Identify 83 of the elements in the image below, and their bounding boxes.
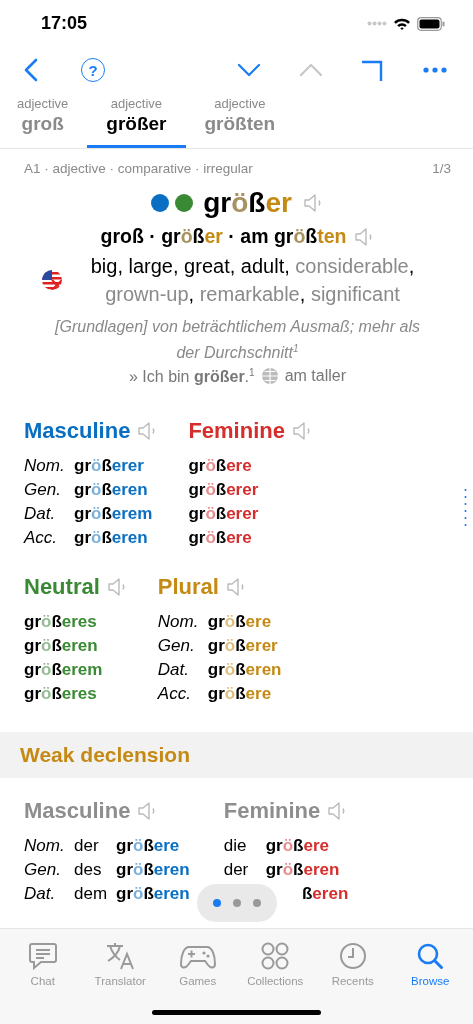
case-label: Acc. xyxy=(24,527,59,549)
declined-form: größeren xyxy=(74,527,149,549)
declined-form: größere xyxy=(207,611,273,633)
declined-form: größerer xyxy=(74,455,145,477)
article-text: dem xyxy=(74,883,109,905)
tab-bar-item[interactable]: Browse xyxy=(391,933,469,987)
declined-form: größeren xyxy=(265,859,341,881)
translation-text: big, large, great, adult, considerable, grown-up, remarkable, significant xyxy=(89,254,416,308)
gender-heading: Feminine xyxy=(188,418,285,444)
gender-heading: Masculine xyxy=(24,418,131,444)
declined-form: ßeren xyxy=(301,883,349,905)
gender-heading: Plural xyxy=(157,574,219,600)
chevron-down-icon xyxy=(237,63,261,77)
help-button[interactable]: ? xyxy=(73,50,113,90)
declined-form: größeren xyxy=(116,883,190,905)
comparison-forms: groß · größer · am größten xyxy=(100,225,347,249)
page-dot[interactable] xyxy=(253,899,261,907)
tab-bar-item[interactable]: Chat xyxy=(4,933,82,987)
wifi-icon xyxy=(393,16,411,31)
back-icon xyxy=(24,58,38,82)
battery-icon xyxy=(417,16,445,31)
declined-form: größerer xyxy=(188,503,260,525)
gender-heading: Neutral xyxy=(24,574,100,600)
scroll-indicator-icon xyxy=(464,489,467,527)
article-text: die xyxy=(223,835,248,857)
chevron-up-icon xyxy=(299,63,323,77)
declined-form: größerem xyxy=(74,503,154,525)
declined-form: größeren xyxy=(116,859,190,881)
page-dot[interactable] xyxy=(213,899,221,907)
declined-form: größerer xyxy=(207,635,279,657)
word-tab[interactable]: adjective groß xyxy=(0,92,88,149)
status-time: 17:05 xyxy=(41,13,89,35)
article-text: des xyxy=(74,859,103,881)
definition-text: [Grundlagen] von beträchtlichem Ausmaß; mehr als der Durchschnitt$^{1}$ xyxy=(53,317,421,364)
declined-form: größeren xyxy=(74,479,149,501)
example-translation: am taller xyxy=(284,367,346,386)
tab-bar-item[interactable]: Collections xyxy=(236,933,314,987)
declined-form: größere xyxy=(207,683,273,705)
word-tab[interactable]: adjective größer xyxy=(87,92,186,149)
gender-heading: Masculine xyxy=(24,798,131,824)
declined-form: größere xyxy=(116,835,181,857)
word-tab[interactable]: adjective größten xyxy=(185,92,295,149)
more-icon xyxy=(423,67,447,73)
case-label: Dat. xyxy=(24,883,57,905)
translate-icon xyxy=(105,942,136,970)
headword: größer xyxy=(203,187,292,220)
flag-icon xyxy=(41,270,62,291)
case-label: Acc. xyxy=(157,683,192,705)
case-label: Gen. xyxy=(24,479,62,501)
clock-icon xyxy=(338,942,367,970)
declined-form: größerer xyxy=(188,479,260,501)
case-label: Gen. xyxy=(24,859,62,881)
tab-bar-item[interactable]: Recents xyxy=(314,933,392,987)
declined-form: größerem xyxy=(24,659,104,681)
signal-icon xyxy=(367,21,387,27)
gamepad-icon xyxy=(178,944,217,970)
four-circles-icon xyxy=(261,942,290,970)
search-icon xyxy=(416,942,445,970)
section-title: Weak declension xyxy=(20,743,190,767)
declined-form: größeres xyxy=(24,611,98,633)
case-label: Nom. xyxy=(24,455,66,477)
declined-form: größeren xyxy=(207,659,282,681)
article-text: der xyxy=(74,835,100,857)
case-label: Gen. xyxy=(157,635,196,657)
case-label: Nom. xyxy=(24,835,66,857)
case-label: Dat. xyxy=(157,659,190,681)
declined-form: größere xyxy=(188,527,253,549)
example-sentence: » Ich bin größer.$^{1}$ xyxy=(129,366,255,386)
article-text: der xyxy=(223,859,250,881)
globe-icon xyxy=(260,367,279,386)
page-dot[interactable] xyxy=(233,899,241,907)
declined-form: größere xyxy=(265,835,330,857)
entry-meta: A1 · adjective · comparative · irregular xyxy=(24,161,253,177)
declined-form: größeren xyxy=(24,635,99,657)
tab-bar-item[interactable]: Translator xyxy=(81,933,159,987)
gender-heading: Feminine xyxy=(223,798,321,824)
case-label: Nom. xyxy=(157,611,200,633)
declined-form: größeres xyxy=(24,683,98,705)
entry-position: 1/3 xyxy=(432,161,451,177)
declined-form: größere xyxy=(188,455,253,477)
chat-bubble-icon xyxy=(27,942,58,970)
case-label: Dat. xyxy=(24,503,57,525)
tab-bar-item[interactable]: Games xyxy=(159,933,237,987)
